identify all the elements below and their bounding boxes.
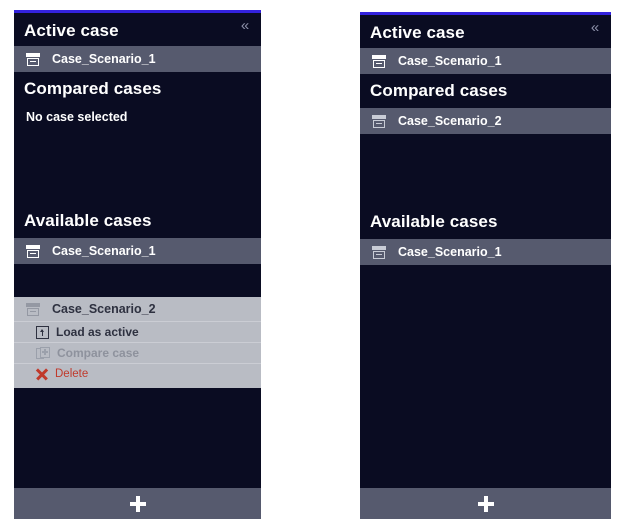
compared-case-row[interactable]: Case_Scenario_2 <box>360 108 611 134</box>
section-title-available-cases: Available cases <box>370 212 498 231</box>
menu-item-delete-label: Delete <box>55 368 89 380</box>
case-panel-right: « Active case Case_Scenario_1 Compared c… <box>360 12 611 519</box>
archive-box-icon <box>372 245 386 259</box>
compared-cases-spacer <box>14 128 261 204</box>
screenshot-stage: « Active case Case_Scenario_1 Compared c… <box>0 0 623 532</box>
load-as-active-icon <box>36 325 49 339</box>
available-case-label-1: Case_Scenario_1 <box>398 245 502 259</box>
plus-icon <box>477 495 494 512</box>
case-context-menu: Case_Scenario_2 Load as active Compare c… <box>14 297 261 388</box>
section-title-available-cases: Available cases <box>24 211 152 230</box>
available-case-row-1[interactable]: Case_Scenario_1 <box>14 238 261 264</box>
menu-item-compare-case: Compare case <box>14 342 261 363</box>
archive-box-icon <box>26 244 40 258</box>
active-case-row[interactable]: Case_Scenario_1 <box>14 46 261 72</box>
add-case-button-left[interactable] <box>14 488 261 519</box>
archive-box-icon <box>26 302 40 316</box>
active-case-label: Case_Scenario_1 <box>398 54 502 68</box>
menu-item-load-as-active[interactable]: Load as active <box>14 321 261 342</box>
add-case-button-right[interactable] <box>360 488 611 519</box>
panel-body-left: « Active case Case_Scenario_1 Compared c… <box>14 13 261 488</box>
available-case-row-1[interactable]: Case_Scenario_1 <box>360 239 611 265</box>
active-case-label: Case_Scenario_1 <box>52 52 156 66</box>
archive-box-icon <box>26 52 40 66</box>
archive-box-icon <box>372 54 386 68</box>
compared-cases-spacer <box>360 134 611 205</box>
section-title-compared-cases: Compared cases <box>370 81 508 100</box>
context-menu-target-label: Case_Scenario_2 <box>52 302 156 316</box>
menu-item-compare-case-label: Compare case <box>57 346 140 360</box>
compared-case-label: Case_Scenario_2 <box>398 114 502 128</box>
panel-body-right: « Active case Case_Scenario_1 Compared c… <box>360 15 611 488</box>
plus-icon <box>129 495 146 512</box>
menu-item-load-as-active-label: Load as active <box>56 325 139 339</box>
delete-x-icon <box>36 368 48 381</box>
context-menu-target-row[interactable]: Case_Scenario_2 <box>14 297 261 321</box>
archive-box-icon <box>372 114 386 128</box>
collapse-panel-button[interactable]: « <box>235 15 255 35</box>
collapse-panel-button[interactable]: « <box>585 17 605 37</box>
section-title-active-case: Active case <box>24 20 119 40</box>
section-title-compared-cases: Compared cases <box>24 79 162 98</box>
available-case-label-1: Case_Scenario_1 <box>52 244 156 258</box>
compared-cases-empty-text: No case selected <box>26 110 128 124</box>
compare-case-icon <box>36 346 50 360</box>
section-title-active-case: Active case <box>370 22 465 42</box>
case-panel-left: « Active case Case_Scenario_1 Compared c… <box>14 10 261 519</box>
active-case-row[interactable]: Case_Scenario_1 <box>360 48 611 74</box>
menu-item-delete[interactable]: Delete <box>14 363 261 384</box>
